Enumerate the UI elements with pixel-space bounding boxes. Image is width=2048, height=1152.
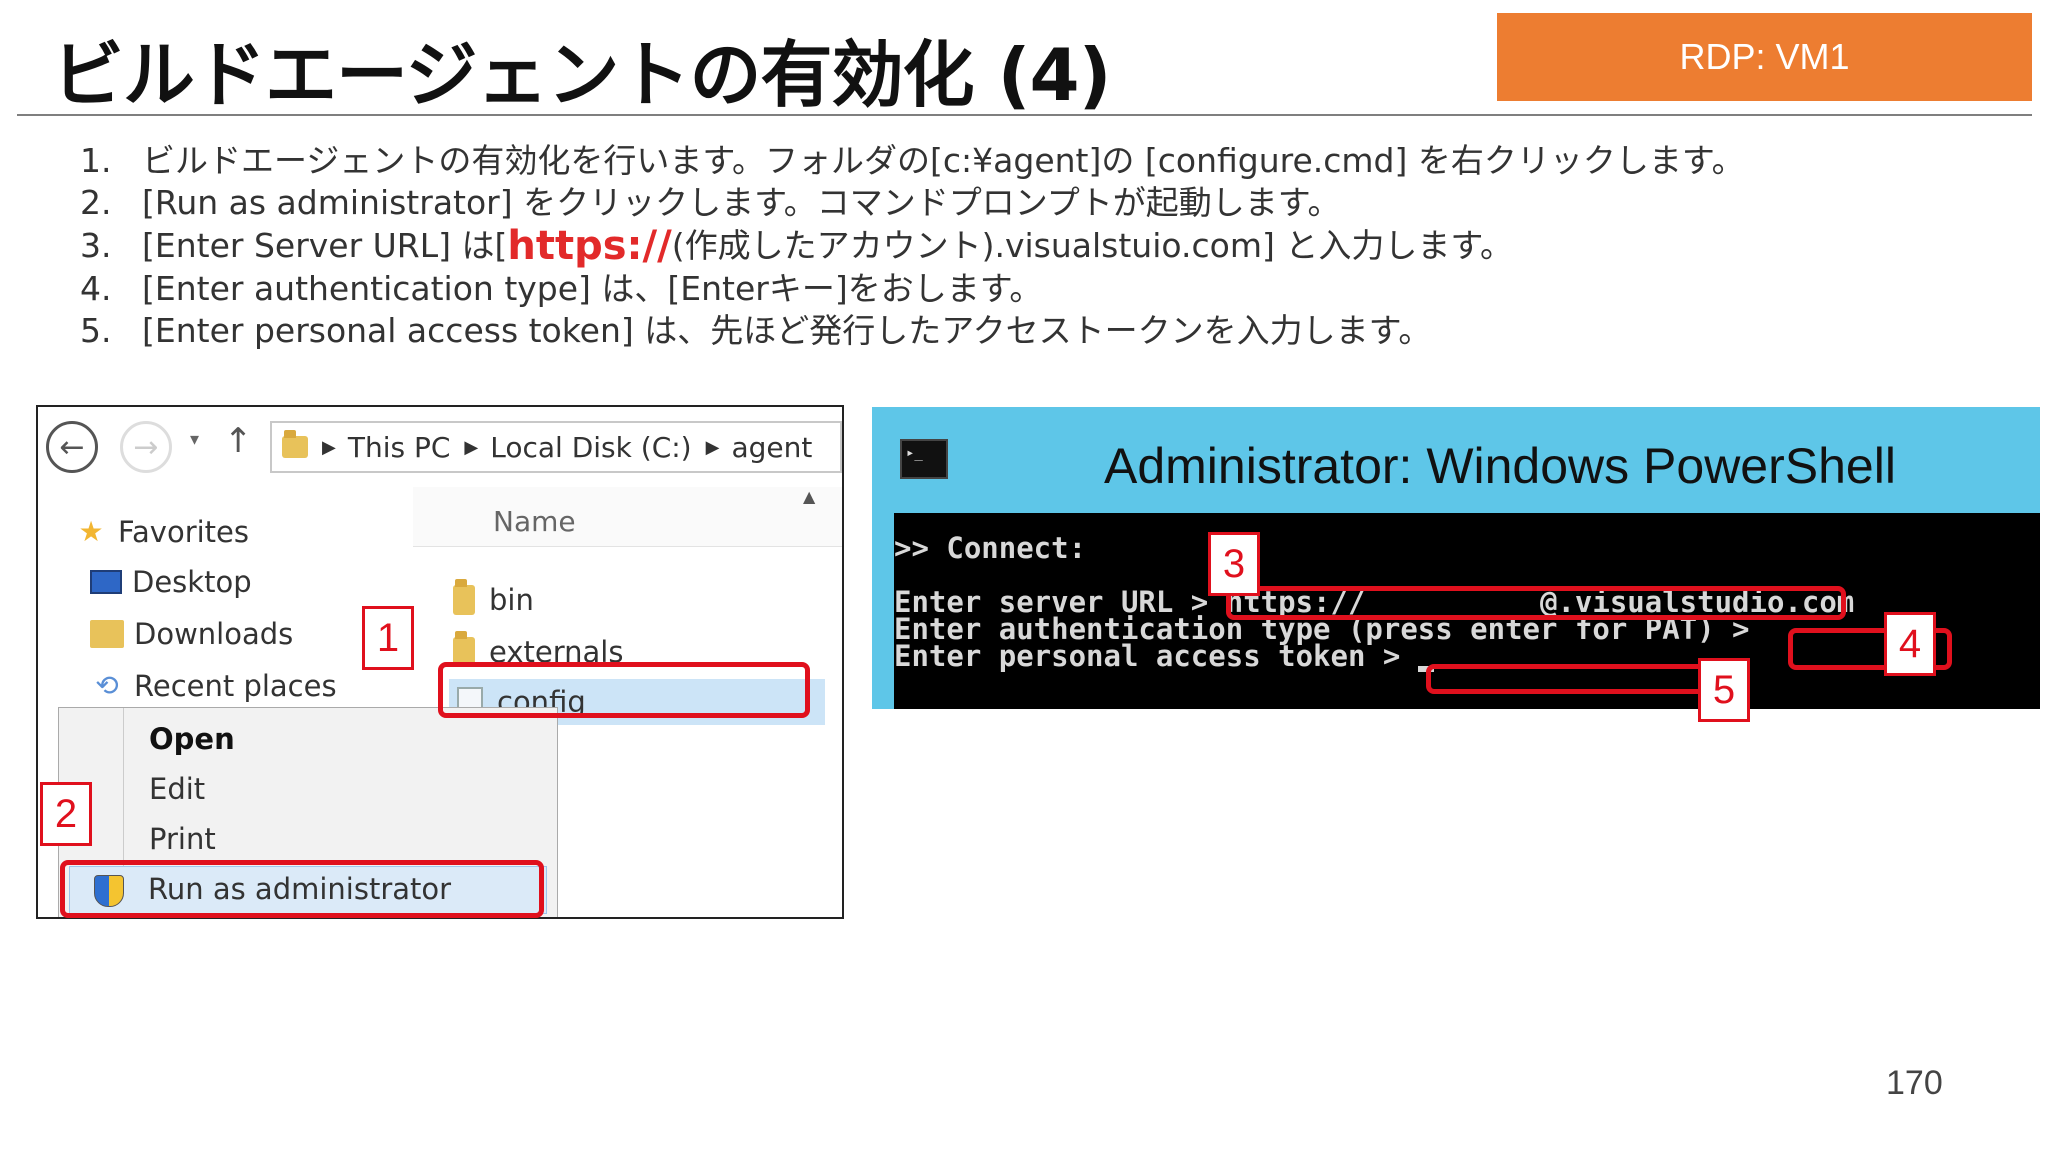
menu-item-edit[interactable]: Edit xyxy=(149,772,205,806)
steps-list: 1. ビルドエージェントの有効化を行います。フォルダの[c:¥agent]の [c… xyxy=(80,140,1745,352)
up-arrow-icon[interactable]: ↑ xyxy=(224,421,253,461)
callout-number-4: 4 xyxy=(1884,612,1936,676)
rdp-badge: RDP: VM1 xyxy=(1497,13,2032,101)
star-icon: ★ xyxy=(78,515,104,548)
step-item: 3. [Enter Server URL] は[https://(作成したアカウン… xyxy=(80,223,1514,269)
callout-box-run-as-admin xyxy=(60,860,544,918)
nav-item-downloads[interactable]: Downloads xyxy=(90,617,293,651)
file-item-bin[interactable]: bin xyxy=(453,579,534,617)
callout-box-access-token xyxy=(1426,664,1716,694)
forward-arrow-icon[interactable]: → xyxy=(120,421,172,473)
chevron-right-icon: ▶ xyxy=(705,436,720,458)
breadcrumb-this-pc[interactable]: This PC xyxy=(348,431,451,464)
title-divider xyxy=(17,114,2032,116)
recent-dropdown-icon[interactable]: ▾ xyxy=(190,429,199,450)
step-item: 4. [Enter authentication type] は、[Enterキー… xyxy=(80,269,1043,308)
callout-number-1: 1 xyxy=(362,606,414,670)
desktop-icon xyxy=(90,570,122,594)
callout-box-server-url xyxy=(1226,586,1846,620)
nav-item-recent-places[interactable]: ⟲ Recent places xyxy=(90,669,336,703)
step-item: 5. [Enter personal access token] は、先ほど発行し… xyxy=(80,311,1432,350)
sort-up-icon: ▲ xyxy=(803,487,816,506)
address-bar[interactable]: ▶ This PC ▶ Local Disk (C:) ▶ agent xyxy=(270,421,842,473)
nav-item-desktop[interactable]: Desktop xyxy=(90,565,252,599)
chevron-right-icon: ▶ xyxy=(322,436,336,458)
breadcrumb-agent[interactable]: agent xyxy=(731,431,812,464)
column-header-name[interactable]: Name xyxy=(413,487,842,547)
nav-item-favorites[interactable]: ★ Favorites xyxy=(74,515,249,549)
page-number: 170 xyxy=(1886,1064,1943,1102)
console-line: >> Connect: xyxy=(894,531,1087,565)
downloads-folder-icon xyxy=(90,620,124,648)
chevron-right-icon: ▶ xyxy=(464,436,479,458)
https-highlight: https:// xyxy=(507,223,672,269)
menu-item-print[interactable]: Print xyxy=(149,822,216,856)
callout-number-5: 5 xyxy=(1698,658,1750,722)
back-arrow-icon[interactable]: ← xyxy=(46,421,98,473)
menu-item-open[interactable]: Open xyxy=(149,722,235,756)
folder-icon xyxy=(453,579,475,615)
callout-box-config xyxy=(438,662,810,718)
breadcrumb-local-disk[interactable]: Local Disk (C:) xyxy=(490,431,691,464)
powershell-title: Administrator: Windows PowerShell xyxy=(1104,438,1896,494)
callout-number-2: 2 xyxy=(40,782,92,846)
folder-icon xyxy=(282,430,308,458)
step-item: 1. ビルドエージェントの有効化を行います。フォルダの[c:¥agent]の [c… xyxy=(80,141,1745,180)
page-title: ビルドエージェントの有効化 (4) xyxy=(52,33,1112,117)
recent-places-icon: ⟲ xyxy=(95,669,119,702)
callout-number-3: 3 xyxy=(1208,532,1260,596)
powershell-icon: ▸_ xyxy=(900,439,948,479)
explorer-navbar: ← → ▾ ↑ ▶ This PC ▶ Local Disk (C:) ▶ ag… xyxy=(38,407,842,477)
step-item: 2. [Run as administrator] をクリックします。コマンドプロ… xyxy=(80,183,1341,222)
